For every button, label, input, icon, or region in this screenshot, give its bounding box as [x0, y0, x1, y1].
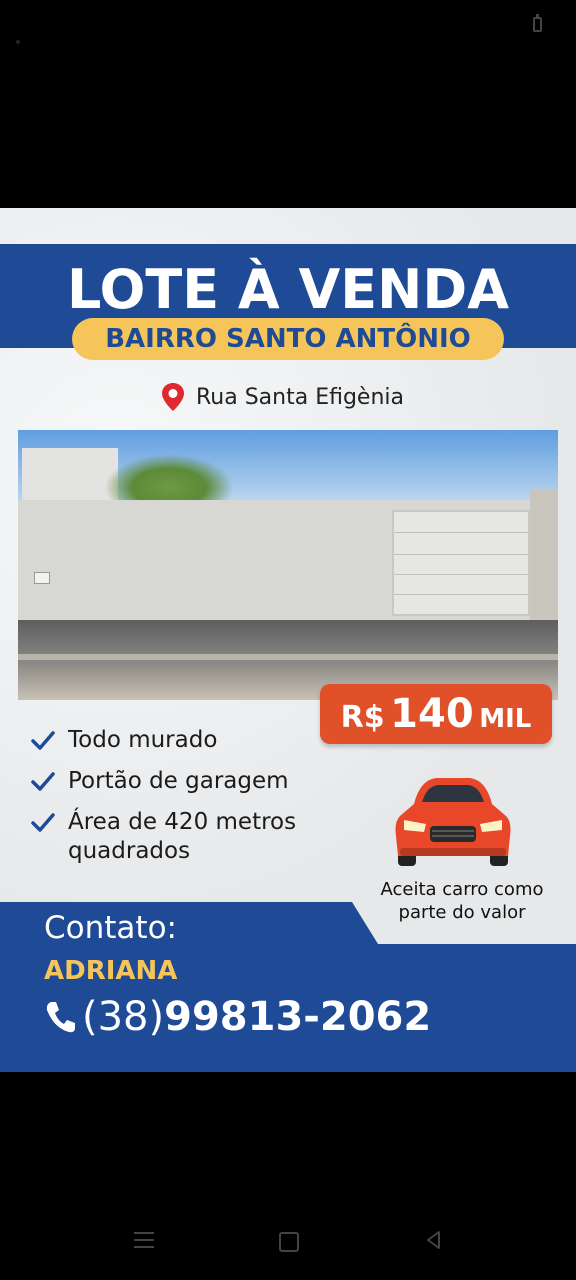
property-photo: [18, 430, 558, 700]
location-pin-icon: [162, 383, 184, 411]
neighborhood-badge: BAIRRO SANTO ANTÔNIO: [72, 318, 504, 360]
photo-pillar: [530, 490, 558, 620]
menu-icon[interactable]: [134, 1232, 154, 1248]
status-dot: [16, 40, 20, 44]
battery-icon: [533, 14, 542, 32]
price-unit: MIL: [479, 704, 532, 734]
car-icon: [395, 778, 511, 866]
listing-flyer-image[interactable]: LOTE À VENDA BAIRRO SANTO ANTÔNIO Rua Sa…: [0, 208, 576, 1072]
contact-name: ADRIANA: [44, 956, 178, 986]
contact-section: Contato: ADRIANA (38)99813-2062: [0, 902, 576, 1072]
listing-title: LOTE À VENDA: [67, 258, 509, 321]
phone-icon: [46, 1002, 75, 1033]
phone-digits: 99813-2062: [164, 994, 432, 1040]
check-icon: [31, 731, 55, 750]
status-bar: [0, 0, 576, 48]
price-badge: R$ 140 MIL: [320, 684, 552, 744]
contact-label: Contato:: [44, 910, 177, 946]
list-item: Portão de garagem: [30, 767, 350, 796]
street-address: Rua Santa Efigènia: [196, 384, 405, 410]
feature-text: Área de 420 metros quadrados: [68, 809, 297, 864]
list-item: Todo murado: [30, 726, 350, 755]
back-icon[interactable]: [424, 1230, 444, 1250]
home-icon[interactable]: [279, 1232, 299, 1252]
check-icon: [31, 772, 55, 791]
phone-area-code: (38): [82, 994, 165, 1040]
price-amount: 140: [390, 691, 474, 737]
photo-curb: [18, 654, 558, 660]
location: Rua Santa Efigènia: [160, 382, 404, 412]
photo-meter-box: [34, 572, 50, 584]
photo-garage-gate: [392, 510, 530, 616]
list-item: Área de 420 metros quadrados: [30, 808, 350, 866]
phone-number[interactable]: (38)99813-2062: [44, 994, 431, 1040]
system-nav-bar: [0, 1216, 576, 1280]
check-icon: [31, 813, 55, 832]
feature-list: Todo murado Portão de garagem Área de 42…: [30, 726, 350, 878]
feature-text: Portão de garagem: [68, 768, 289, 794]
feature-text: Todo murado: [68, 727, 218, 753]
